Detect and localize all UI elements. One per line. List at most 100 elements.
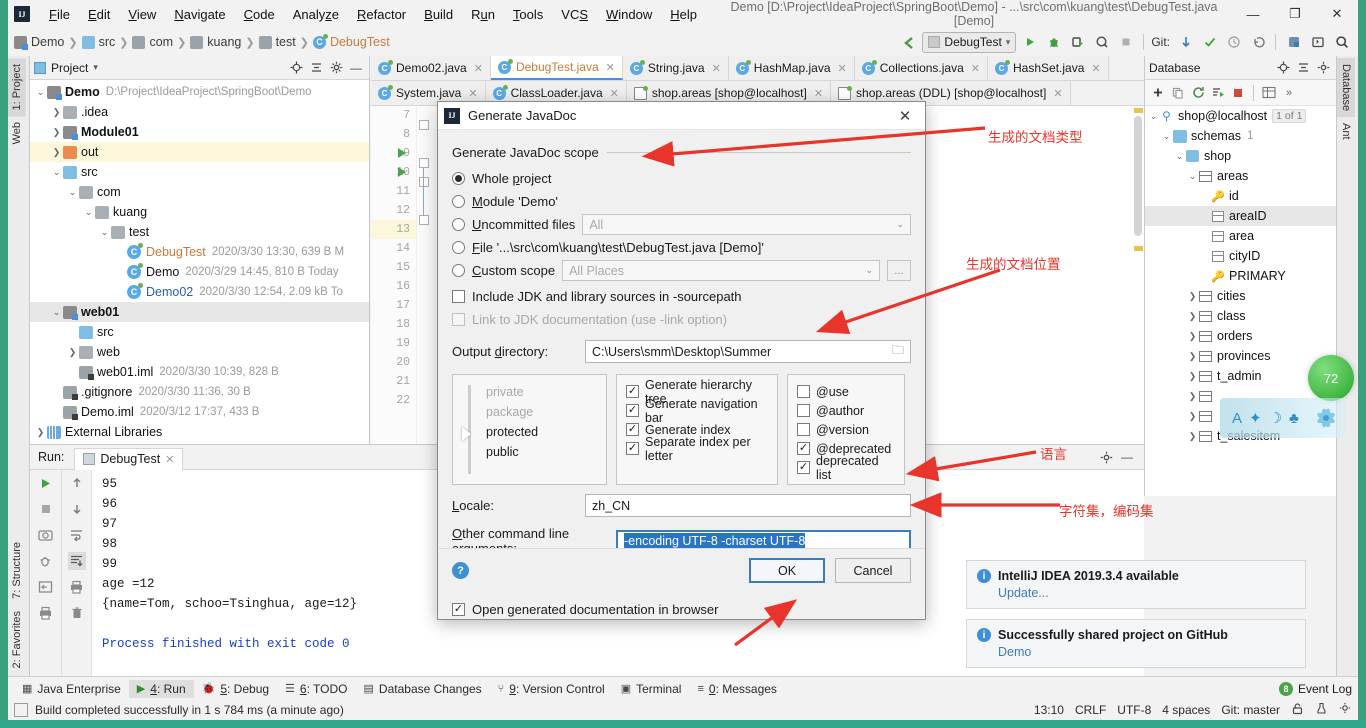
generate-option-1[interactable]: Generate navigation bar	[626, 397, 768, 425]
tool-window-button-messages[interactable]: ≡ 0: Messages	[689, 680, 784, 698]
tag-options-panel[interactable]: @use@author@version@deprecateddeprecated…	[787, 374, 905, 485]
close-icon[interactable]: ✕	[610, 87, 619, 100]
expand-arrow[interactable]: ❯	[1186, 331, 1199, 342]
editor-tab[interactable]: C DebugTest.java ✕	[490, 56, 623, 80]
menu-item-refactor[interactable]: Refactor	[348, 4, 415, 25]
screenshot-icon[interactable]	[37, 526, 55, 544]
tree-row[interactable]: ❯ web	[30, 342, 369, 362]
db-tree-row[interactable]: cityID	[1145, 246, 1336, 266]
git-branch[interactable]: Git: master	[1221, 703, 1280, 717]
menu-item-code[interactable]: Code	[235, 4, 284, 25]
trash-icon[interactable]	[68, 604, 86, 622]
menu-item-vcs[interactable]: VCS	[552, 4, 597, 25]
scope-option-0[interactable]: Whole project	[452, 167, 911, 190]
visibility-level-protected[interactable]: protected	[462, 422, 597, 442]
expand-arrow[interactable]: ⌄	[50, 167, 63, 178]
tool-window-button-versioncontrol[interactable]: ⑂ 9: Version Control	[490, 680, 613, 698]
refresh-icon[interactable]	[1189, 84, 1207, 102]
breadcrumb-item-com[interactable]: com	[132, 35, 173, 49]
generate-options-panel[interactable]: Generate hierarchy treeGenerate navigati…	[616, 374, 778, 485]
soft-wrap-icon[interactable]	[68, 526, 86, 544]
expand-arrow[interactable]: ❯	[1186, 411, 1199, 422]
tree-row[interactable]: ⌄ com	[30, 182, 369, 202]
scope-option-2[interactable]: Uncommitted files All ⌄	[452, 213, 911, 236]
scope-option-1[interactable]: Module 'Demo'	[452, 190, 911, 213]
hide-icon[interactable]: —	[347, 59, 365, 77]
notification-link[interactable]: Update...	[998, 586, 1295, 600]
tool-window-button-databasechanges[interactable]: ▤ Database Changes	[356, 680, 490, 698]
tool-tab-favorites[interactable]: 2: Favorites	[8, 605, 26, 674]
locate-icon[interactable]	[287, 59, 305, 77]
maximize-icon[interactable]: ❐	[1274, 1, 1316, 27]
menu-item-navigate[interactable]: Navigate	[165, 4, 234, 25]
run-tab-debugtest[interactable]: DebugTest ✕	[74, 448, 184, 470]
tree-row[interactable]: .gitignore 2020/3/30 11:36, 30 B	[30, 382, 369, 402]
menu-item-view[interactable]: View	[119, 4, 165, 25]
fold-marker[interactable]	[419, 120, 429, 130]
file-encoding[interactable]: UTF-8	[1117, 703, 1151, 717]
run-with-coverage-icon[interactable]	[1067, 32, 1088, 53]
fold-marker[interactable]	[419, 158, 429, 168]
close-icon[interactable]: ✕	[891, 103, 919, 129]
db-tree-row[interactable]: ⌄ shop	[1145, 146, 1336, 166]
add-icon[interactable]	[1149, 84, 1167, 102]
breadcrumb-item-kuang[interactable]: kuang	[190, 35, 241, 49]
editor-tab[interactable]: C Demo02.java ✕	[371, 56, 491, 80]
close-icon[interactable]: ✕	[474, 62, 483, 75]
more-icon[interactable]: »	[1280, 84, 1298, 102]
expand-arrow[interactable]: ⌄	[1147, 111, 1160, 122]
db-tree-row[interactable]: ⌄ ⚲ shop@localhost 1 of 1	[1145, 106, 1336, 126]
gear-icon[interactable]	[1097, 448, 1115, 466]
close-icon[interactable]: ✕	[814, 87, 823, 100]
breadcrumb-item-test[interactable]: test	[258, 35, 296, 49]
scroll-to-end-icon[interactable]	[67, 552, 86, 570]
expand-arrow[interactable]: ❯	[50, 107, 63, 118]
terminal-icon[interactable]	[1307, 32, 1328, 53]
db-tree-row[interactable]: ⌄ schemas 1	[1145, 126, 1336, 146]
tree-row[interactable]: ⌄ kuang	[30, 202, 369, 222]
tree-row[interactable]: ❯ out	[30, 142, 369, 162]
chevron-down-icon[interactable]: ▾	[93, 62, 98, 73]
slider-knob[interactable]	[462, 427, 471, 441]
minimize-icon[interactable]: —	[1232, 1, 1274, 27]
db-tree-row[interactable]: areaID	[1145, 206, 1336, 226]
tree-row[interactable]: ⌄ web01	[30, 302, 369, 322]
line-separator[interactable]: CRLF	[1075, 703, 1106, 717]
menu-item-file[interactable]: File	[40, 4, 79, 25]
db-tree-row[interactable]: 🔑 id	[1145, 186, 1336, 206]
tool-window-button-terminal[interactable]: ▣ Terminal	[613, 680, 690, 698]
history-icon[interactable]	[1223, 32, 1244, 53]
expand-arrow[interactable]: ❯	[50, 147, 63, 158]
expand-arrow[interactable]: ⌄	[50, 307, 63, 318]
tree-row[interactable]: C Demo02 2020/3/30 12:54, 2.09 kB To	[30, 282, 369, 302]
visibility-slider-panel[interactable]: private package protected public	[452, 374, 607, 485]
generate-option-3[interactable]: Separate index per letter	[626, 435, 768, 463]
close-icon[interactable]: ✕	[971, 62, 980, 75]
breadcrumb-item-demo[interactable]: Demo	[14, 35, 64, 50]
expand-arrow[interactable]: ❯	[1186, 351, 1199, 362]
fold-marker[interactable]	[419, 215, 429, 225]
cancel-button[interactable]: Cancel	[835, 558, 911, 583]
tag-option-1[interactable]: @author	[797, 401, 895, 420]
tool-tab-project[interactable]: 1: Project	[8, 58, 26, 117]
indent-setting[interactable]: 4 spaces	[1162, 703, 1210, 717]
tree-row[interactable]: Demo.iml 2020/3/12 17:37, 433 B	[30, 402, 369, 422]
tree-row[interactable]: ⌄ Demo D:\Project\IdeaProject\SpringBoot\D…	[30, 82, 369, 102]
visibility-level-public[interactable]: public	[462, 442, 597, 462]
tag-option-2[interactable]: @version	[797, 420, 895, 439]
profile-icon[interactable]	[1091, 32, 1112, 53]
expand-arrow[interactable]: ❯	[1186, 391, 1199, 402]
settings-icon[interactable]	[1339, 702, 1352, 718]
close-icon[interactable]: ✕	[468, 87, 477, 100]
editor-gutter[interactable]: 7 8 9 10 11 12 13 14 15 16 17 18 19 20 21 22	[371, 106, 417, 496]
locate-icon[interactable]	[1274, 59, 1292, 77]
menu-item-build[interactable]: Build	[415, 4, 462, 25]
visibility-level-private[interactable]: private	[462, 382, 597, 402]
expand-arrow[interactable]: ⌄	[66, 187, 79, 198]
caret-position[interactable]: 13:10	[1034, 703, 1064, 717]
tree-row[interactable]: src	[30, 322, 369, 342]
menu-item-run[interactable]: Run	[462, 4, 504, 25]
expand-arrow[interactable]: ⌄	[34, 87, 47, 98]
tool-window-button-todo[interactable]: ☰ 6: TODO	[277, 680, 355, 698]
tag-option-0[interactable]: @use	[797, 382, 895, 401]
